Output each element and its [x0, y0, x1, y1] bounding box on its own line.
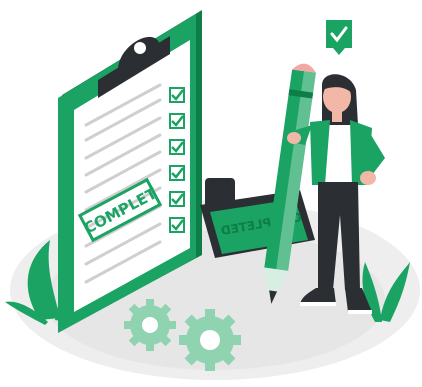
checkbox-1-icon [169, 87, 185, 103]
checkbox-2-icon [169, 113, 185, 129]
gear-icon [124, 299, 176, 351]
complete-checklist-illustration: COMPLET COMPLETED [5, 10, 420, 380]
checkbox-4-icon [169, 165, 185, 181]
gear-icon [179, 309, 241, 371]
checkbox-6-icon [169, 217, 185, 233]
check-badge-icon [326, 20, 352, 55]
checkbox-3-icon [169, 139, 185, 155]
checkbox-5-icon [169, 191, 185, 207]
